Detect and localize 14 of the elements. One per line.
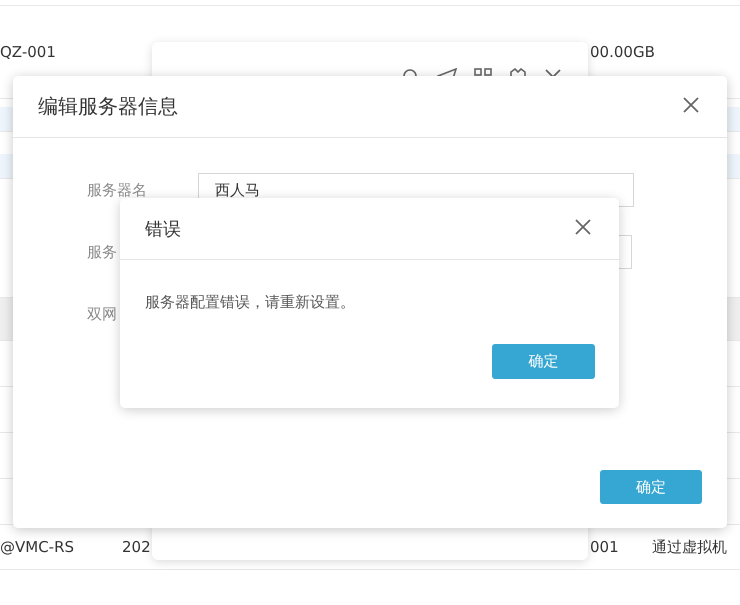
dialog-title: 错误 (145, 218, 181, 240)
field-label: 服务 (87, 242, 118, 262)
field-label: 服务器名 (87, 180, 148, 200)
table-cell-text: QZ-001 (0, 43, 57, 61)
error-message: 服务器配置错误，请重新设置。 (144, 292, 356, 312)
table-cell-text: @VMC-RS (0, 538, 76, 556)
field-label: 双网 (87, 304, 118, 324)
confirm-button[interactable]: 确定 (600, 470, 702, 504)
confirm-button[interactable]: 确定 (492, 344, 595, 379)
table-cell-text: 202 (122, 538, 152, 556)
table-cell-text: 通过虚拟机 (652, 538, 728, 556)
dialog-title: 编辑服务器信息 (38, 93, 178, 120)
table-cell-text: 001 (590, 538, 620, 556)
table-cell: 00.00GB (590, 43, 652, 61)
